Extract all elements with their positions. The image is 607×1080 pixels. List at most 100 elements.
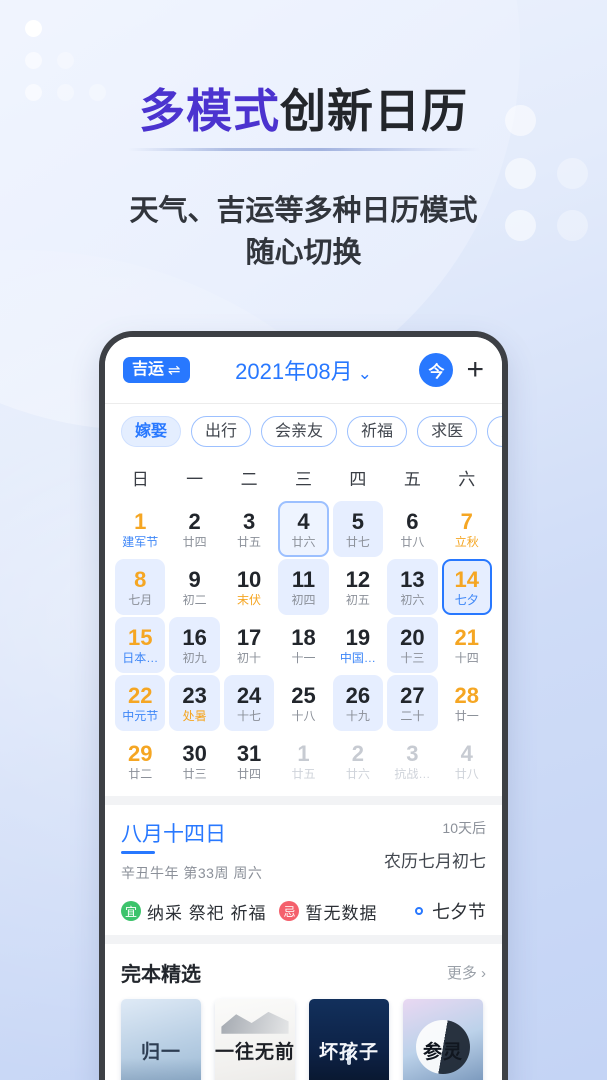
day-number: 3	[406, 740, 419, 766]
calendar-day-cell[interactable]: 13 初六	[387, 559, 438, 616]
calendar-day-cell[interactable]: 4 廿八	[442, 733, 492, 789]
top-bar-actions: 今 +	[419, 353, 484, 387]
calendar-day-cell[interactable]: 27 二十	[387, 675, 438, 732]
calendar-day-cell[interactable]: 8 七月	[115, 559, 166, 616]
day-lunar-label: 廿八	[454, 767, 479, 781]
day-lunar-label: 初十	[237, 651, 262, 665]
day-lunar-label: 初二	[182, 593, 207, 607]
calendar-day-cell[interactable]: 31 廿四	[224, 733, 274, 789]
weekday-label: 五	[403, 470, 421, 490]
calendar-day-cell[interactable]: 28 廿一	[442, 675, 492, 731]
day-number: 2	[188, 508, 201, 534]
decor-dot	[505, 158, 536, 189]
add-event-icon[interactable]: +	[466, 355, 484, 385]
day-number: 24	[236, 682, 262, 708]
calendar-day-cell[interactable]: 21 十四	[442, 617, 492, 673]
calendar-day-cell[interactable]: 2 廿六	[333, 733, 383, 789]
calendar-day-cell[interactable]: 5 廿七	[332, 501, 384, 558]
calendar-day-cell[interactable]: 23 处暑	[169, 675, 220, 732]
day-number: 7	[460, 508, 473, 534]
day-number: 23	[182, 682, 207, 708]
weekday-label: 日	[131, 470, 149, 490]
filter-chip[interactable]: 求医	[417, 416, 478, 448]
day-lunar-label: 廿六	[345, 767, 370, 781]
weekday-header-row: 日一二三四五六	[113, 461, 494, 496]
day-lunar-label: 日本…	[122, 651, 159, 665]
filter-chip[interactable]: 嫁娶	[121, 416, 182, 448]
calendar-day-cell[interactable]: 1 廿五	[278, 733, 328, 789]
calendar-week-row: 29 廿二 30 廿三 31 廿四 1 廿五 2 廿六 3 抗战… 4 廿八	[113, 732, 494, 790]
calendar-day-cell[interactable]: 30 廿三	[169, 733, 219, 789]
calendar-day-cell[interactable]: 2 廿四	[169, 501, 219, 557]
day-detail-top: 八月十四日 辛丑牛年 第33周 周六 10天后 农历七月初七	[121, 818, 486, 883]
calendar-day-cell[interactable]: 9 初二	[169, 559, 219, 615]
day-lunar-label: 廿四	[237, 767, 262, 781]
calendar-day-cell[interactable]: 1 建军节	[115, 501, 165, 557]
day-lunar-label: 七夕	[454, 593, 479, 607]
calendar-day-cell[interactable]: 15 日本…	[115, 617, 166, 674]
calendar-grid[interactable]: 日一二三四五六 1 建军节 2 廿四 3 廿五 4 廿六 5 廿七 6 廿八 7 立秋 8 七月 9 初二 10 末伏…	[105, 459, 502, 796]
day-lunar-label: 七月	[128, 593, 153, 607]
calendar-week-row: 8 七月 9 初二 10 末伏 11 初四 12 初五 13 初六 14 七夕	[113, 558, 494, 616]
app-screen: 吉运 ⇌ 2021年08月⌄ 今 + 嫁娶出行会亲友祈福求医入 日一二三四五六 …	[105, 337, 502, 1080]
day-number: 5	[351, 508, 365, 534]
day-number: 8	[134, 566, 147, 592]
calendar-day-cell[interactable]: 6 廿八	[387, 501, 437, 557]
day-lunar-label: 十七	[237, 709, 262, 723]
filter-chip[interactable]: 祈福	[347, 416, 408, 448]
calendar-day-cell[interactable]: 16 初九	[169, 617, 220, 674]
calendar-day-cell[interactable]: 24 十七	[223, 675, 275, 732]
swap-icon: ⇌	[168, 361, 181, 379]
festival-tag[interactable]: 七夕节	[415, 898, 486, 924]
book-cover[interactable]: 归一	[121, 999, 201, 1080]
calendar-day-cell[interactable]: 12 初五	[333, 559, 383, 615]
calendar-day-cell[interactable]: 19 中国…	[333, 617, 383, 673]
calendar-day-cell[interactable]: 20 十三	[387, 617, 438, 674]
mode-switch-button[interactable]: 吉运 ⇌	[123, 357, 190, 383]
day-lunar-label: 廿一	[454, 709, 479, 723]
day-number: 6	[406, 508, 419, 534]
calendar-day-cell[interactable]: 29 廿二	[115, 733, 165, 789]
books-more-link[interactable]: 更多 ›	[447, 962, 486, 983]
day-number: 21	[454, 624, 480, 650]
calendar-day-cell[interactable]: 22 中元节	[115, 675, 166, 732]
mode-switch-label: 吉运	[132, 361, 165, 378]
day-lunar-label: 十一	[291, 651, 316, 665]
festival-name: 七夕节	[432, 902, 486, 923]
calendar-day-cell[interactable]: 25 十八	[278, 675, 328, 731]
calendar-day-cell[interactable]: 18 十一	[278, 617, 328, 673]
book-title: 一往无前	[215, 1042, 295, 1064]
calendar-day-cell[interactable]: 4 廿六	[278, 501, 329, 558]
calendar-day-cell[interactable]: 7 立秋	[442, 501, 492, 557]
decor-dot	[25, 52, 42, 69]
filter-chip[interactable]: 出行	[191, 416, 252, 448]
book-cover[interactable]: 一往无前	[215, 999, 295, 1080]
calendar-day-cell[interactable]: 3 抗战…	[387, 733, 437, 789]
filter-chip[interactable]: 会亲友	[261, 416, 338, 448]
almanac-filter-chips[interactable]: 嫁娶出行会亲友祈福求医入	[105, 404, 502, 459]
weekday-label: 三	[294, 470, 312, 490]
day-lunar-label: 末伏	[237, 593, 262, 607]
weekday-label: 一	[186, 470, 204, 490]
calendar-day-cell[interactable]: 10 末伏	[224, 559, 274, 615]
calendar-day-cell-today[interactable]: 14 七夕	[441, 559, 492, 616]
calendar-day-cell[interactable]: 3 廿五	[224, 501, 274, 557]
day-number: 2	[351, 740, 365, 766]
day-number: 18	[291, 624, 316, 650]
day-lunar-label: 初五	[345, 593, 370, 607]
promo-subline: 天气、吉运等多种日历模式 随心切换	[0, 190, 607, 274]
calendar-day-cell[interactable]: 17 初十	[224, 617, 274, 673]
book-cover[interactable]: 参灵	[403, 999, 483, 1080]
section-separator	[105, 796, 502, 806]
day-lunar-label: 廿八	[400, 535, 425, 549]
today-button[interactable]: 今	[419, 353, 454, 387]
calendar-day-cell[interactable]: 26 十九	[332, 675, 384, 732]
day-number: 4	[460, 740, 473, 766]
book-cover[interactable]: 坏孩子	[309, 999, 389, 1080]
book-title: 归一	[140, 1042, 181, 1064]
calendar-day-cell[interactable]: 11 初四	[278, 559, 329, 616]
day-number: 11	[291, 566, 316, 592]
filter-chip[interactable]: 入	[487, 416, 502, 448]
day-number: 30	[182, 740, 207, 766]
day-lunar-label: 廿五	[237, 535, 262, 549]
